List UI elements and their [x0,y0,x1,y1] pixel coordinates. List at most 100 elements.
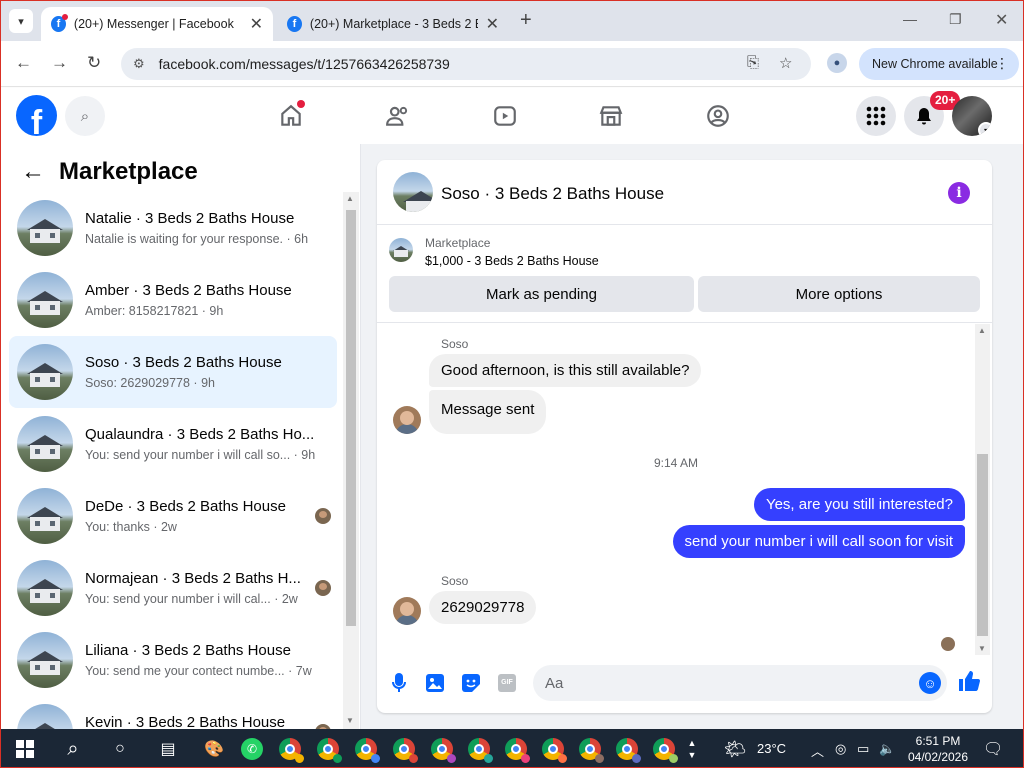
tray-chevron-icon[interactable]: ︿ [811,741,824,760]
address-bar[interactable]: ⚙ facebook.com/messages/t/12576634262587… [121,48,811,80]
browser-toolbar: ← → ↻ ⚙ facebook.com/messages/t/12576634… [1,41,1023,87]
tab-marketplace[interactable]: f (20+) Marketplace - 3 Beds 2 Ba ✕ [277,7,509,41]
close-tab-icon[interactable]: ✕ [486,14,499,34]
weather-icon[interactable]: 🌤 [723,737,747,761]
tab-search-button[interactable]: ▾ [9,9,33,33]
chrome-taskbar-icon[interactable] [393,738,418,763]
message-bubble-sent[interactable]: send your number i will call soon for vi… [672,525,965,558]
search-icon[interactable]: ⌕ [61,737,85,761]
search-icon[interactable]: ⌕ [65,96,105,136]
whatsapp-icon[interactable]: ✆ [240,737,264,761]
account-avatar[interactable]: ▾ [952,96,992,136]
restore-button[interactable]: ❐ [949,11,962,28]
site-info-icon[interactable]: ⚙ [133,56,145,72]
listing-thumbnail[interactable] [393,172,433,212]
marketplace-icon[interactable] [597,102,625,130]
listing-thumbnail[interactable] [389,238,413,262]
close-tab-icon[interactable]: ✕ [250,14,263,34]
menu-grid-icon[interactable] [856,96,896,136]
chrome-taskbar-icon[interactable] [279,738,304,763]
microphone-icon[interactable] [388,672,410,694]
volume-icon[interactable]: 🔈 [879,741,895,757]
forward-button[interactable]: → [51,53,68,73]
windows-taskbar: ⌕ ○ ▤ 🎨 ✆ ▲ ▼ 🌤 23°C ︿ ◎ ▭ 🔈 6:51 PM 04/0… [1,729,1023,767]
tab-title: (20+) Marketplace - 3 Beds 2 Ba [309,17,478,31]
gif-icon[interactable]: GIF [496,672,518,694]
tab-messenger[interactable]: f (20+) Messenger | Facebook ✕ [41,7,273,41]
message-bubble[interactable]: 2629029778 [429,591,537,624]
windows-start-icon[interactable] [13,737,37,761]
conversation-item[interactable]: Qualaundra · 3 Beds 2 Baths Ho... You: se… [9,408,337,480]
conversation-name: Natalie · 3 Beds 2 Baths House [85,210,295,227]
chrome-taskbar-icon[interactable] [542,738,567,763]
chrome-taskbar-icon[interactable] [355,738,380,763]
chrome-taskbar-icon[interactable] [579,738,604,763]
emoji-icon[interactable]: ☺ [919,672,941,694]
system-clock[interactable]: 6:51 PM 04/02/2026 [903,733,973,765]
seen-avatar [315,580,331,596]
seen-avatar [315,508,331,524]
close-window-button[interactable]: ✕ [995,10,1008,30]
network-icon[interactable]: ▭ [857,741,869,757]
chrome-taskbar-icon[interactable] [653,738,678,763]
home-icon[interactable] [277,100,305,130]
conversation-item[interactable]: Liliana · 3 Beds 2 Baths House You: send … [9,624,337,696]
task-view-icon[interactable]: ▤ [156,737,180,761]
meet-now-icon[interactable]: ◎ [835,741,846,757]
paint-app-icon[interactable]: 🎨 [202,737,226,761]
clock-time: 6:51 PM [915,734,961,748]
conversation-item[interactable]: Kevin · 3 Beds 2 Baths House [9,696,337,729]
tab-title: (20+) Messenger | Facebook [73,17,234,31]
facebook-logo-icon[interactable]: f [16,95,57,136]
video-icon[interactable] [491,102,519,130]
chrome-update-button[interactable]: New Chrome available ⋮ [859,48,1019,80]
taskbar-overflow-icon[interactable]: ▲ ▼ [685,737,699,761]
message-bubble[interactable]: Good afternoon, is this still available? [429,354,702,387]
conversation-item[interactable]: Soso · 3 Beds 2 Baths House Soso: 2629029… [9,336,337,408]
minimize-button[interactable]: — [903,11,917,27]
groups-icon[interactable] [704,102,732,130]
more-options-button[interactable]: More options [698,276,980,312]
conversation-item[interactable]: Amber · 3 Beds 2 Baths House Amber: 81582… [9,264,337,336]
message-bubble-sent[interactable]: Yes, are you still interested? [753,488,965,521]
mark-as-pending-button[interactable]: Mark as pending [389,276,694,312]
facebook-favicon-icon: f [51,14,68,32]
friends-icon[interactable] [384,102,412,130]
conversation-item[interactable]: Normajean · 3 Beds 2 Baths H... You: send… [9,552,337,624]
message-bubble[interactable]: Message sent [429,390,547,434]
profile-icon[interactable]: ● [827,53,847,73]
chrome-taskbar-icon[interactable] [468,738,493,763]
sticker-icon[interactable] [460,672,482,694]
conversation-preview: You: thanks · 2w [85,520,177,534]
chat-scrollbar[interactable]: ▲ ▼ [975,324,990,655]
more-menu-icon[interactable]: ⋮ [995,55,1009,72]
listing-price[interactable]: $1,000 - 3 Beds 2 Baths House [425,254,599,268]
contact-avatar[interactable] [393,597,421,625]
info-icon[interactable]: i [948,182,970,204]
message-input[interactable]: Aa ☺ [533,665,947,701]
sidebar-scrollbar[interactable]: ▲ ▼ [343,192,359,729]
chrome-taskbar-icon[interactable] [431,738,456,763]
contact-avatar[interactable] [393,406,421,434]
chrome-taskbar-icon[interactable] [505,738,530,763]
conversation-name: Amber · 3 Beds 2 Baths House [85,282,292,299]
back-arrow-icon[interactable]: ← [21,158,45,186]
like-thumb-icon[interactable] [958,670,980,692]
conversation-name: Soso · 3 Beds 2 Baths House [85,354,282,371]
conversation-preview: You: send your number i will call so... … [85,448,316,462]
chrome-taskbar-icon[interactable] [317,738,342,763]
notification-center-icon[interactable]: 🗨 [983,739,1003,759]
new-tab-button[interactable]: + [520,9,532,32]
back-button[interactable]: ← [15,53,32,73]
chat-title[interactable]: Soso · 3 Beds 2 Baths House [441,184,664,204]
install-app-icon[interactable]: ⎘ [747,54,759,71]
weather-temp[interactable]: 23°C [757,741,786,756]
conversation-item[interactable]: Natalie · 3 Beds 2 Baths House Natalie is… [9,192,337,264]
chevron-down-icon: ▾ [978,122,992,136]
cortana-icon[interactable]: ○ [108,737,132,761]
bookmark-star-icon[interactable]: ☆ [779,54,792,72]
chrome-taskbar-icon[interactable] [616,738,641,763]
image-attach-icon[interactable] [424,672,446,694]
conversation-item[interactable]: DeDe · 3 Beds 2 Baths House You: thanks ·… [9,480,337,552]
reload-button[interactable]: ↻ [87,53,101,73]
